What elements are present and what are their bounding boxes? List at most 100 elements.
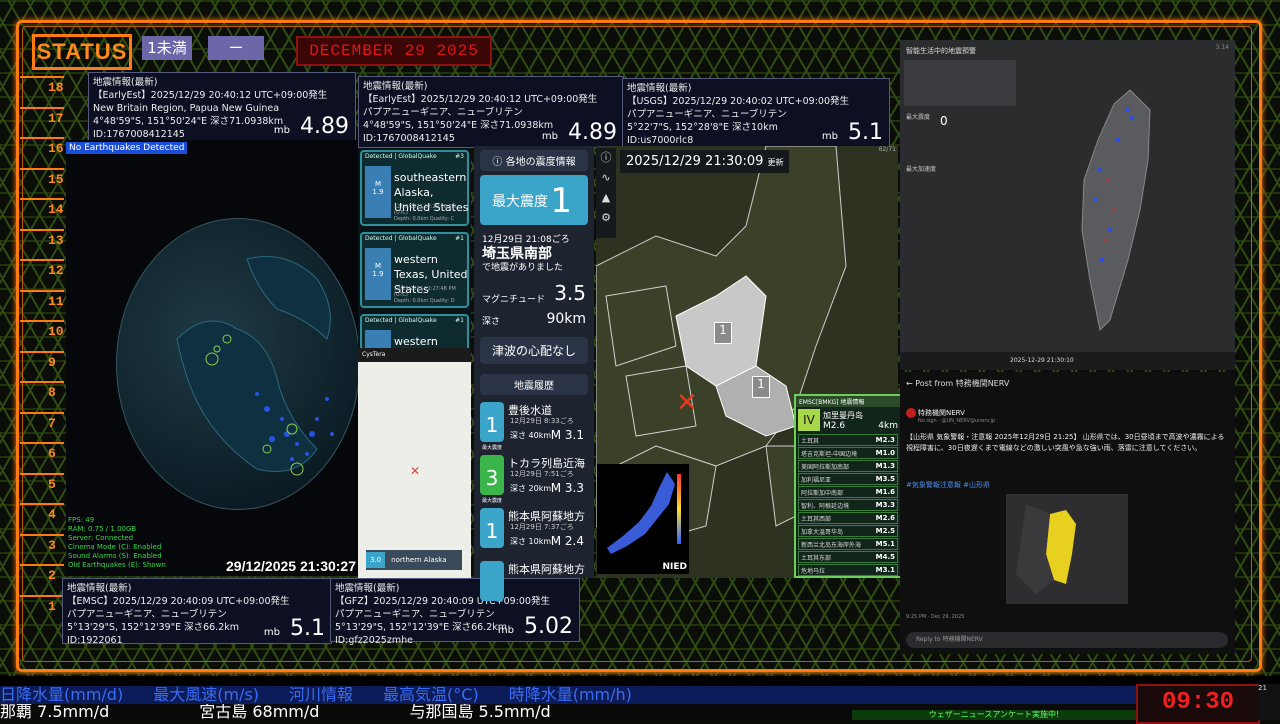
globalquake-item[interactable]: Detected | GlobalQuake #3 M 1.9 southeastern… bbox=[360, 150, 469, 226]
emsc-event[interactable]: 土耳其 M2.3 bbox=[798, 434, 898, 446]
card-magnitude: mb 5.1 bbox=[821, 120, 883, 145]
scale-number: 6 bbox=[48, 446, 56, 461]
ticker-categories: 日降水量(mm/d) 最大風速(m/s) 河川情報 最高気温(°C) 時降水量(mm/h… bbox=[0, 686, 1136, 704]
yamagata-map bbox=[1016, 504, 1076, 594]
globalquake-item[interactable]: Detected | GlobalQuake#1 western Texas, bbox=[360, 314, 469, 348]
taiwan-corner: 3.14 bbox=[1215, 44, 1229, 51]
status-label: STATUS bbox=[32, 34, 132, 70]
history-intensity: 1 bbox=[480, 402, 504, 442]
card-title: 地震情報(最新) bbox=[359, 77, 623, 93]
emsc-event-name: 土耳其东部 bbox=[801, 554, 832, 562]
scale-tick bbox=[20, 350, 64, 375]
emsc-event[interactable]: 加拿大温哥华岛 M2.5 bbox=[798, 525, 898, 537]
reply-input[interactable]: Reply to 特務機関NERV bbox=[906, 632, 1228, 648]
globe-info-line: RAM: 0.75 / 1.00GB bbox=[68, 525, 137, 533]
max-intensity-value: 1 bbox=[550, 181, 572, 221]
emsc-event[interactable]: 阿拉斯加中南部 M1.6 bbox=[798, 486, 898, 498]
taiwan-eew-panel[interactable]: 智能生活中的地震預警 最大震度 0 最大加速度 3.14 2025-12-29 … bbox=[900, 40, 1235, 370]
post-image[interactable] bbox=[1006, 494, 1128, 604]
card-title: 地震情報(最新) bbox=[623, 79, 889, 95]
scale-number: 16 bbox=[48, 141, 64, 156]
scale-tick bbox=[20, 411, 64, 436]
scale-tick bbox=[20, 381, 64, 405]
emsc-event-name: 加拿大温哥华岛 bbox=[801, 528, 844, 536]
emsc-event[interactable]: 新西兰北岛东海岸外海 M5.1 bbox=[798, 538, 898, 550]
scale-tick bbox=[20, 533, 64, 558]
item-meta: 12/29/2025 12:27:48 PM (UTC) Depth: 0.0km… bbox=[394, 286, 456, 304]
tsunami-status: 津波の心配なし bbox=[480, 337, 588, 364]
post-header[interactable]: ← Post from 特務機関NERV bbox=[900, 372, 1235, 395]
item-meta: 12/29/2025 12:29:26 PM (UTC) Depth: 0.0km… bbox=[394, 204, 456, 222]
nerv-post-panel[interactable]: ← Post from 特務機関NERV 特務機関NERV No sign · @… bbox=[900, 372, 1235, 654]
emsc-event[interactable]: 美国阿拉斯加南部 M1.3 bbox=[798, 460, 898, 472]
globe-info-line: FPS: 49 bbox=[68, 516, 95, 524]
emsc-event-name: 智利、阿根廷边境 bbox=[801, 502, 850, 510]
item-magnitude: M 1.9 bbox=[365, 166, 391, 218]
globe-timestamp: 29/12/2025 21:30:27 bbox=[226, 558, 356, 574]
info-icon[interactable]: ⓘ bbox=[596, 148, 616, 168]
avatar[interactable] bbox=[906, 408, 916, 418]
history-item[interactable]: 最大震度 3 トカラ列島近海 12月29日 7:51ごろ 深さ 20km M 3.3 bbox=[480, 445, 588, 501]
history-depth: 深さ 20km bbox=[510, 484, 552, 493]
epicenter-icon: ✕ bbox=[676, 388, 698, 418]
clock-side: 21 bbox=[1258, 684, 1280, 720]
emsc-event[interactable]: 加利福尼亚 M3.5 bbox=[798, 473, 898, 485]
card-line: 【EarlyEst】2025/12/29 20:40:12 UTC+09:00発… bbox=[93, 90, 328, 101]
emsc-event[interactable]: 塔吉克斯坦-中国边境 M1.0 bbox=[798, 447, 898, 459]
history-item[interactable]: 1 豊後水道 12月29日 8:33ごろ 深さ 40km M 3.1 bbox=[480, 398, 588, 448]
cystera-title: CysTera bbox=[358, 348, 471, 362]
emsc-depth: 4km bbox=[878, 420, 898, 431]
emsc-event-mag: M3.5 bbox=[875, 475, 895, 483]
scale-number: 11 bbox=[48, 293, 64, 309]
scale-tick bbox=[20, 472, 64, 497]
emsc-event[interactable]: 土耳其东部 M4.5 bbox=[798, 551, 898, 563]
ticker-category: 最高気温(°C) bbox=[383, 686, 479, 704]
scale-number: 8 bbox=[48, 385, 56, 400]
emsc-event-name: 加利福尼亚 bbox=[801, 476, 832, 484]
card-line: 【EMSC】2025/12/29 20:40:09 UTC+09:00発生 bbox=[67, 596, 290, 607]
history-time: 12月29日 7:37ごろ bbox=[510, 523, 574, 531]
card-line: 【USGS】2025/12/29 20:40:02 UTC+09:00発生 bbox=[627, 96, 850, 107]
nied-map: NIED bbox=[597, 464, 689, 574]
card-line: パプアニューギニア、ニューブリテン bbox=[363, 107, 523, 118]
warning-icon[interactable]: ▲ bbox=[596, 188, 616, 208]
globe-map[interactable] bbox=[116, 218, 358, 510]
popup-place: northern Alaska bbox=[391, 556, 447, 564]
taiwan-sub-label: 最大加速度 bbox=[906, 166, 937, 173]
card-line: 【EarlyEst】2025/12/29 20:40:12 UTC+09:00発… bbox=[363, 94, 598, 105]
map-corner-label: 62/71 bbox=[878, 146, 896, 153]
history-list: 1 豊後水道 12月29日 8:33ごろ 深さ 40km M 3.1 最大震度 3 トカラ列島… bbox=[474, 398, 594, 607]
max-intensity-box: 最大震度 1 bbox=[480, 175, 588, 225]
emsc-event-mag: M2.6 bbox=[875, 514, 895, 522]
scale-number: 10 bbox=[48, 324, 64, 339]
post-footer: 9:25 PM · Dec 29, 2025 bbox=[906, 614, 965, 620]
globalquake-list[interactable]: Detected | GlobalQuake #3 M 1.9 southeastern… bbox=[358, 148, 471, 348]
emsc-event[interactable]: 危地马拉 M3.1 bbox=[798, 564, 898, 576]
emsc-event[interactable]: 土耳其西部 M2.6 bbox=[798, 512, 898, 524]
globalquake-item[interactable]: Detected | GlobalQuake #1 M 1.9 western Texa… bbox=[360, 232, 469, 308]
quake-note: で地震がありました bbox=[482, 263, 564, 273]
card-magnitude: mb 5.02 bbox=[497, 614, 573, 639]
taiwan-info-box bbox=[904, 60, 1016, 106]
cystera-panel[interactable]: CysTera ✕ 3.0 northern Alaska bbox=[358, 348, 471, 578]
history-place: 熊本県阿蘇地方 bbox=[508, 563, 585, 576]
nied-shape bbox=[607, 472, 681, 554]
scale-number: 12 bbox=[48, 263, 64, 278]
item-top: Detected | GlobalQuake #3 bbox=[365, 153, 464, 160]
ticker-category: 日降水量(mm/d) bbox=[0, 686, 124, 704]
quake-card-earlyest-en: 地震情報(最新) 【EarlyEst】2025/12/29 20:40:12 U… bbox=[88, 72, 356, 142]
scale-number: 4 bbox=[48, 507, 56, 522]
taiwan-max-value: 0 bbox=[940, 114, 948, 128]
emsc-header: EMSC[BMKG] 地震情報 bbox=[796, 396, 900, 407]
scale-number: 2 bbox=[48, 568, 56, 583]
gear-icon[interactable]: ⚙ bbox=[596, 208, 616, 228]
globalquake-globe-panel[interactable]: No Earthquakes Detected FPS: 49 RAM: 0.75… bbox=[66, 140, 358, 576]
emsc-event-mag: M1.0 bbox=[875, 449, 895, 457]
history-item[interactable]: 最大震度 1 熊本県阿蘇地方 12月29日 7:37ごろ 深さ 10km M 2.4 bbox=[480, 498, 588, 554]
globe-info-line: Sound Alarms (S): Enabled bbox=[68, 552, 162, 560]
cystera-popup[interactable]: 3.0 northern Alaska bbox=[366, 550, 462, 570]
emsc-event[interactable]: 智利、阿根廷边境 M3.3 bbox=[798, 499, 898, 511]
waveform-icon[interactable]: ∿ bbox=[596, 168, 616, 188]
post-tags[interactable]: #気象警報注意報 #山形県 bbox=[906, 480, 990, 490]
history-item[interactable]: 熊本県阿蘇地方 bbox=[480, 557, 588, 607]
